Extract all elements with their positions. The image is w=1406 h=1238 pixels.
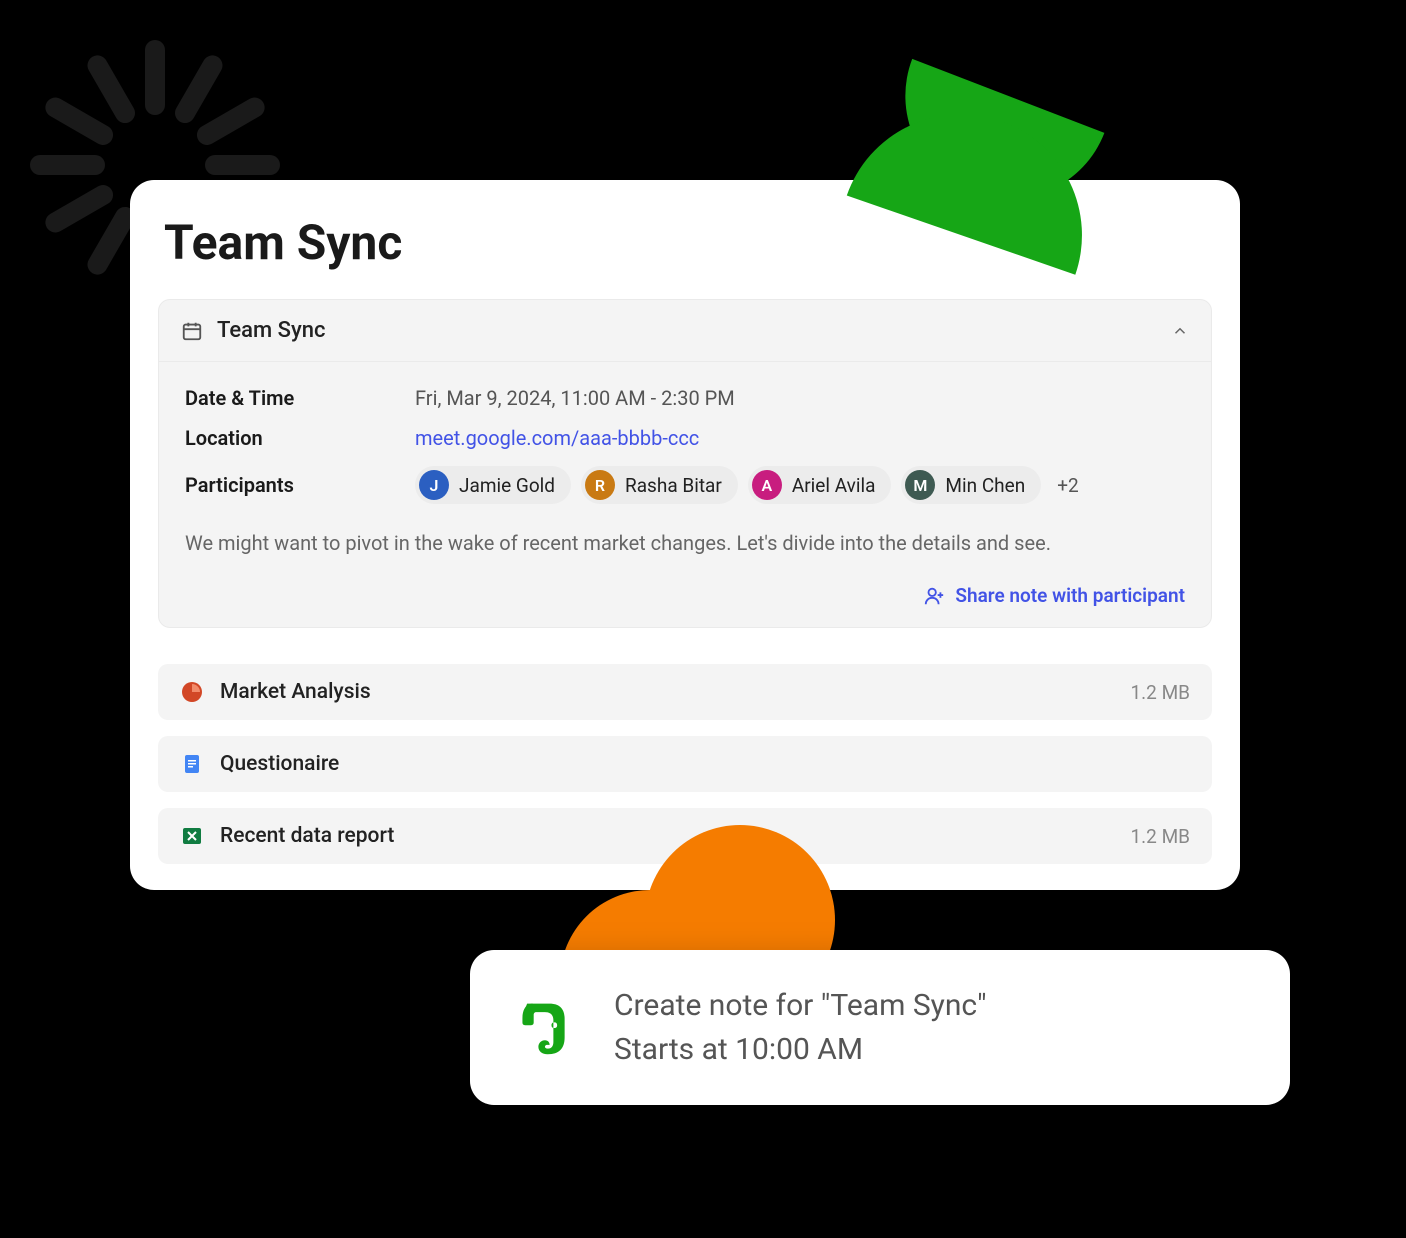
calendar-icon (181, 320, 203, 342)
field-participants: Participants J Jamie Gold R Rasha Bitar A Ari… (185, 466, 1185, 504)
event-panel: Team Sync Date & Time Fri, Mar 9, 2024, … (158, 299, 1212, 628)
attachment-row[interactable]: Market Analysis1.2 MB (158, 664, 1212, 720)
attachments-list: Market Analysis1.2 MBQuestionaireRecent … (158, 664, 1212, 864)
avatar: J (419, 470, 449, 500)
participant-chip[interactable]: J Jamie Gold (415, 466, 571, 504)
participant-name: Rasha Bitar (625, 474, 722, 497)
attachment-name: Recent data report (220, 824, 1130, 848)
attachment-size: 1.2 MB (1130, 825, 1190, 848)
share-note-button[interactable]: Share note with participant (185, 584, 1185, 607)
avatar: A (752, 470, 782, 500)
evernote-icon (514, 998, 574, 1058)
field-datetime: Date & Time Fri, Mar 9, 2024, 11:00 AM -… (185, 386, 1185, 410)
meeting-card: Team Sync Team Sync Date & Time Fri, Mar… (130, 180, 1240, 890)
event-title: Team Sync (217, 318, 1171, 343)
attachment-name: Questionaire (220, 752, 1190, 776)
participant-name: Min Chen (945, 474, 1025, 497)
participant-name: Jamie Gold (459, 474, 555, 497)
meeting-link[interactable]: meet.google.com/aaa-bbbb-ccc (415, 426, 699, 450)
powerpoint-icon (180, 680, 204, 704)
page-title: Team Sync (164, 214, 1212, 271)
participant-chip[interactable]: A Ariel Avila (748, 466, 892, 504)
event-description: We might want to pivot in the wake of re… (185, 528, 1185, 558)
event-header[interactable]: Team Sync (159, 300, 1211, 362)
participants-list: J Jamie Gold R Rasha Bitar A Ariel Avila M Min … (415, 466, 1079, 504)
field-value: Fri, Mar 9, 2024, 11:00 AM - 2:30 PM (415, 386, 735, 410)
attachment-row[interactable]: Questionaire (158, 736, 1212, 792)
field-label: Participants (185, 473, 415, 497)
participant-name: Ariel Avila (792, 474, 876, 497)
attachment-name: Market Analysis (220, 680, 1130, 704)
avatar: R (585, 470, 615, 500)
field-label: Location (185, 426, 415, 450)
field-location: Location meet.google.com/aaa-bbbb-ccc (185, 426, 1185, 450)
participant-chip[interactable]: R Rasha Bitar (581, 466, 738, 504)
share-user-icon (923, 585, 945, 607)
event-body: Date & Time Fri, Mar 9, 2024, 11:00 AM -… (159, 362, 1211, 627)
participant-chip[interactable]: M Min Chen (901, 466, 1041, 504)
docs-icon (180, 752, 204, 776)
prompt-text: Create note for "Team Sync" Starts at 10… (614, 984, 987, 1071)
prompt-line2: Starts at 10:00 AM (614, 1028, 987, 1072)
chevron-up-icon (1171, 322, 1189, 340)
avatar: M (905, 470, 935, 500)
field-label: Date & Time (185, 386, 415, 410)
participants-overflow[interactable]: +2 (1057, 474, 1078, 497)
create-note-prompt[interactable]: Create note for "Team Sync" Starts at 10… (470, 950, 1290, 1105)
prompt-line1: Create note for "Team Sync" (614, 984, 987, 1028)
share-label: Share note with participant (955, 584, 1185, 607)
excel-icon (180, 824, 204, 848)
attachment-row[interactable]: Recent data report1.2 MB (158, 808, 1212, 864)
attachment-size: 1.2 MB (1130, 681, 1190, 704)
